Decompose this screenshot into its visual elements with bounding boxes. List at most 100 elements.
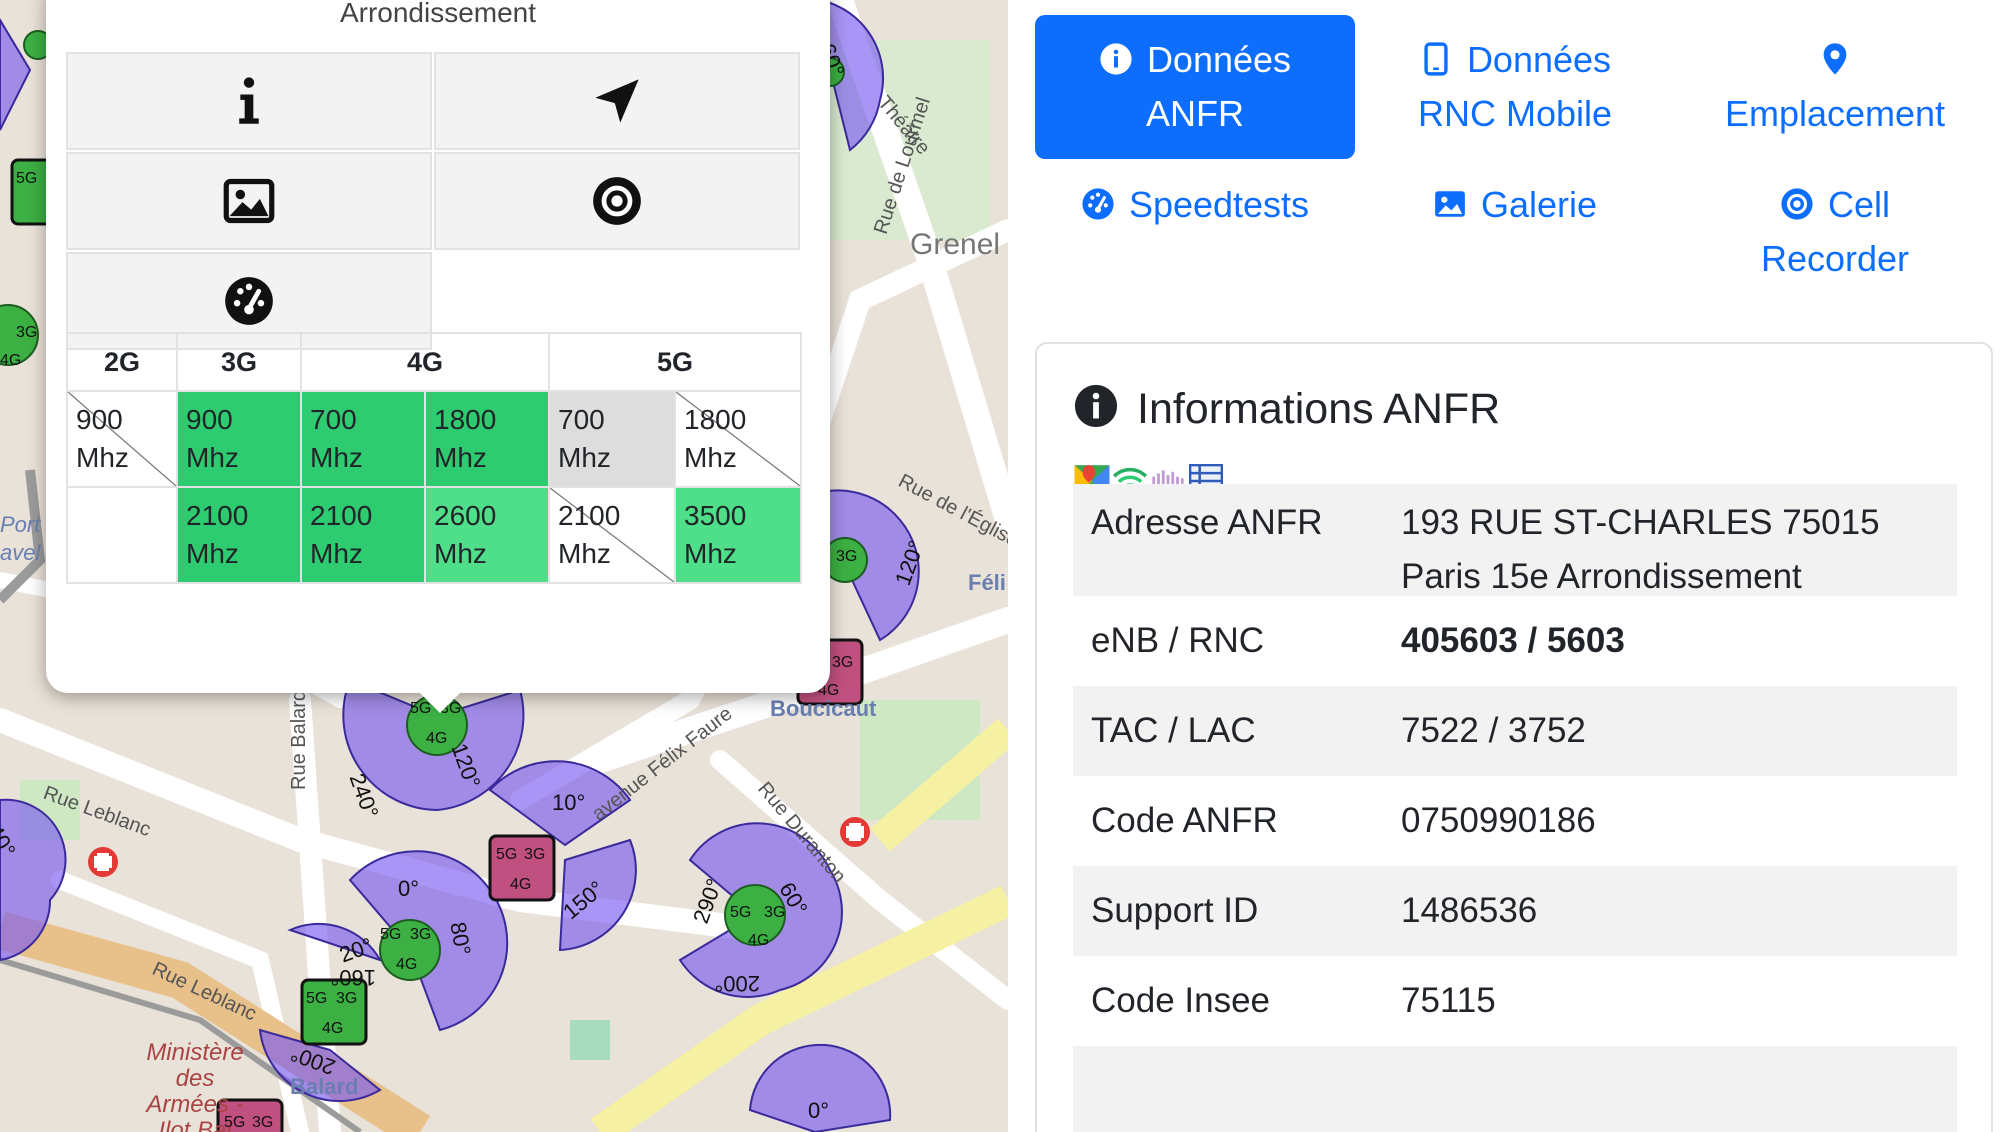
cell-recorder-icon <box>1781 188 1813 220</box>
details-panel: Données ANFR Données RNC Mobile Emplacem… <box>1008 0 2013 1132</box>
tab-cell-recorder[interactable]: Cell Recorder <box>1675 178 1995 298</box>
band-4g-2600: 2600 Mhz <box>424 486 550 584</box>
tower-tech-label: 3G <box>16 324 38 341</box>
tab-emplacement[interactable]: Emplacement <box>1675 15 1995 159</box>
tower-tech-label: 4G <box>0 352 22 369</box>
band-header-4g: 4G <box>300 332 550 392</box>
band-5g-3500: 3500 Mhz <box>674 486 802 584</box>
bands-row: 2100 Mhz 2100 Mhz 2600 Mhz 2100 Mhz 3500… <box>66 486 802 584</box>
info-row-value: 7522 / 3752 <box>1401 711 1586 750</box>
tower-tech-label: 3G <box>252 1114 274 1131</box>
phone-icon <box>1424 42 1448 76</box>
street-label: Grenel <box>910 228 1001 261</box>
info-row-key: Adresse ANFR <box>1091 503 1323 542</box>
card-title-text: Informations ANFR <box>1137 385 1501 433</box>
info-row-value: 1486536 <box>1401 891 1538 930</box>
info-icon <box>1100 43 1132 75</box>
tab-label-line2: Emplacement <box>1724 93 1946 134</box>
info-row-value: 405603 / 5603 <box>1401 621 1625 660</box>
image-icon <box>1435 191 1465 217</box>
tab-speedtests[interactable]: Speedtests <box>1035 178 1355 238</box>
info-row-next <box>1073 1046 1957 1132</box>
info-row-key: TAC / LAC <box>1091 711 1256 750</box>
address-line-1: 193 RUE ST-CHARLES 75015 <box>1401 503 1880 542</box>
tower-tech-label: 4G <box>426 730 448 747</box>
tower-tech-label: 5G <box>380 926 402 943</box>
tower-tech-label: 3G <box>764 904 786 921</box>
tab-label-line1: Galerie <box>1355 178 1675 232</box>
popup-title: Arrondissement <box>339 0 537 26</box>
band-4g-2100: 2100 Mhz <box>300 486 426 584</box>
info-row-support-id: Support ID 1486536 <box>1073 866 1957 956</box>
info-row-code-anfr: Code ANFR 0750990186 <box>1073 776 1957 866</box>
frequency-bands-table: 2G 3G 4G 5G 900 Mhz 900 Mhz 700 Mhz 1800… <box>66 332 802 584</box>
tab-donnees-anfr[interactable]: Données ANFR <box>1035 15 1355 159</box>
street-label: Port <box>0 512 41 537</box>
info-row-tac-lac: TAC / LAC 7522 / 3752 <box>1073 686 1957 776</box>
tower-tech-label: 5G <box>224 1114 246 1131</box>
sector-angle-label: 200° <box>714 971 760 996</box>
tower-tech-label: 3G <box>836 548 858 565</box>
info-row-adresse: Adresse ANFR 193 RUE ST-CHARLES 75015 Pa… <box>1073 484 1957 596</box>
info-row-key: eNB / RNC <box>1091 621 1265 660</box>
anfr-info-card: Informations ANFR Adresse ANFR 193 RUE S… <box>1035 342 1993 1132</box>
tower-tech-label: 3G <box>832 654 854 671</box>
tab-label-line1 <box>1675 33 1995 87</box>
tower-tech-label: 5G <box>306 990 328 1007</box>
tower-tech-label: 5G <box>730 904 752 921</box>
map-pin-icon <box>1823 43 1847 75</box>
sector-angle-label: 160° <box>330 965 376 990</box>
tower-tech-label: 4G <box>510 876 532 893</box>
band-5g-1800: 1800 Mhz <box>674 390 802 488</box>
popup-info-button[interactable] <box>66 52 432 150</box>
speedometer-icon <box>1082 188 1114 220</box>
band-header-5g: 5G <box>548 332 802 392</box>
info-row-enb-rnc: eNB / RNC 405603 / 5603 <box>1073 596 1957 686</box>
tower-tech-label: 3G <box>336 990 358 1007</box>
band-header-2g: 2G <box>66 332 178 392</box>
tower-tech-label: 5G <box>16 170 38 187</box>
band-4g-700: 700 Mhz <box>300 390 426 488</box>
tab-label-line2: Recorder <box>1760 238 1910 279</box>
tower-tech-label: 4G <box>748 932 770 949</box>
band-5g-700: 700 Mhz <box>548 390 676 488</box>
popup-cell-recorder-button[interactable] <box>434 152 800 250</box>
band-2g-empty <box>66 486 178 584</box>
popup-navigate-button[interactable] <box>434 52 800 150</box>
band-3g-2100: 2100 Mhz <box>176 486 302 584</box>
info-row-value: 75115 <box>1401 981 1496 1020</box>
tab-label-line2: ANFR <box>1146 93 1244 134</box>
band-5g-2100: 2100 Mhz <box>548 486 676 584</box>
popup-gallery-button[interactable] <box>66 152 432 250</box>
cell-recorder-icon <box>593 177 641 225</box>
map-view[interactable]: Grenel Théâtre Rue de Lourmel Rue de l'É… <box>0 0 1008 1132</box>
info-icon <box>1074 384 1118 428</box>
info-row-value: 193 RUE ST-CHARLES 75015 Paris 15e Arron… <box>1401 496 1951 604</box>
tower-tech-label: 4G <box>322 1020 344 1037</box>
band-2g-900: 900 Mhz <box>66 390 178 488</box>
band-header-3g: 3G <box>176 332 302 392</box>
sector-angle-label: 10° <box>552 790 586 815</box>
speedometer-icon <box>225 277 273 325</box>
sector-angle-label: 80° <box>445 920 476 958</box>
tab-label-line1: Speedtests <box>1035 178 1355 232</box>
info-row-code-insee: Code Insee 75115 <box>1073 956 1957 1046</box>
tab-label-line1: Données <box>1355 33 1675 87</box>
card-title: Informations ANFR <box>1073 382 1500 436</box>
sector-angle-label: 0° <box>808 1098 830 1123</box>
tab-donnees-rnc-mobile[interactable]: Données RNC Mobile <box>1355 15 1675 159</box>
street-label: avel <box>0 540 41 565</box>
image-icon <box>223 178 275 224</box>
info-row-value: 0750990186 <box>1401 801 1596 840</box>
street-label: Rue Balard <box>288 689 310 790</box>
navigation-arrow-icon <box>595 79 639 123</box>
tab-label-line2: RNC Mobile <box>1417 93 1613 134</box>
tab-galerie[interactable]: Galerie <box>1355 178 1675 238</box>
info-row-key: Support ID <box>1091 891 1259 930</box>
sector-angle-label: 0° <box>398 876 420 901</box>
bands-header-row: 2G 3G 4G 5G <box>66 332 802 392</box>
info-row-key: Code Insee <box>1091 981 1271 1020</box>
tab-label-line1: Données <box>1035 33 1355 87</box>
site-popup: Arrondissement 2G 3G 4G 5G 900 Mhz 900 M… <box>46 0 830 713</box>
band-4g-1800: 1800 Mhz <box>424 390 550 488</box>
